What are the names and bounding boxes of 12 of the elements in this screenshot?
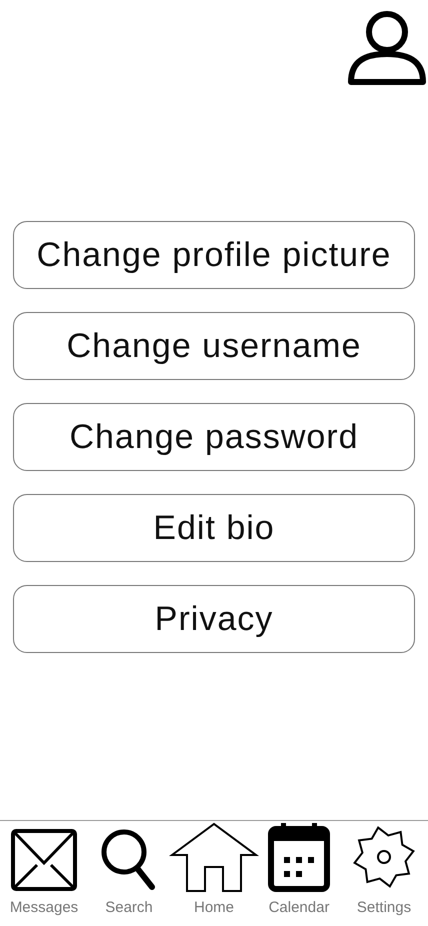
nav-tab[interactable]: Search — [89, 821, 169, 926]
menu-button[interactable]: Change password — [13, 403, 415, 471]
house-icon — [169, 821, 259, 893]
menu-button[interactable]: Privacy — [13, 585, 415, 653]
profile-icon[interactable] — [347, 8, 427, 88]
menu-button[interactable]: Edit bio — [13, 494, 415, 562]
nav-tab[interactable]: Messages — [4, 821, 84, 926]
menu-button[interactable]: Change username — [13, 312, 415, 380]
menu-button[interactable]: Change profile picture — [13, 221, 415, 289]
nav-tab[interactable]: Home — [174, 821, 254, 926]
nav-tab[interactable]: Settings — [344, 821, 424, 926]
nav-tab[interactable]: Calendar — [259, 821, 339, 926]
